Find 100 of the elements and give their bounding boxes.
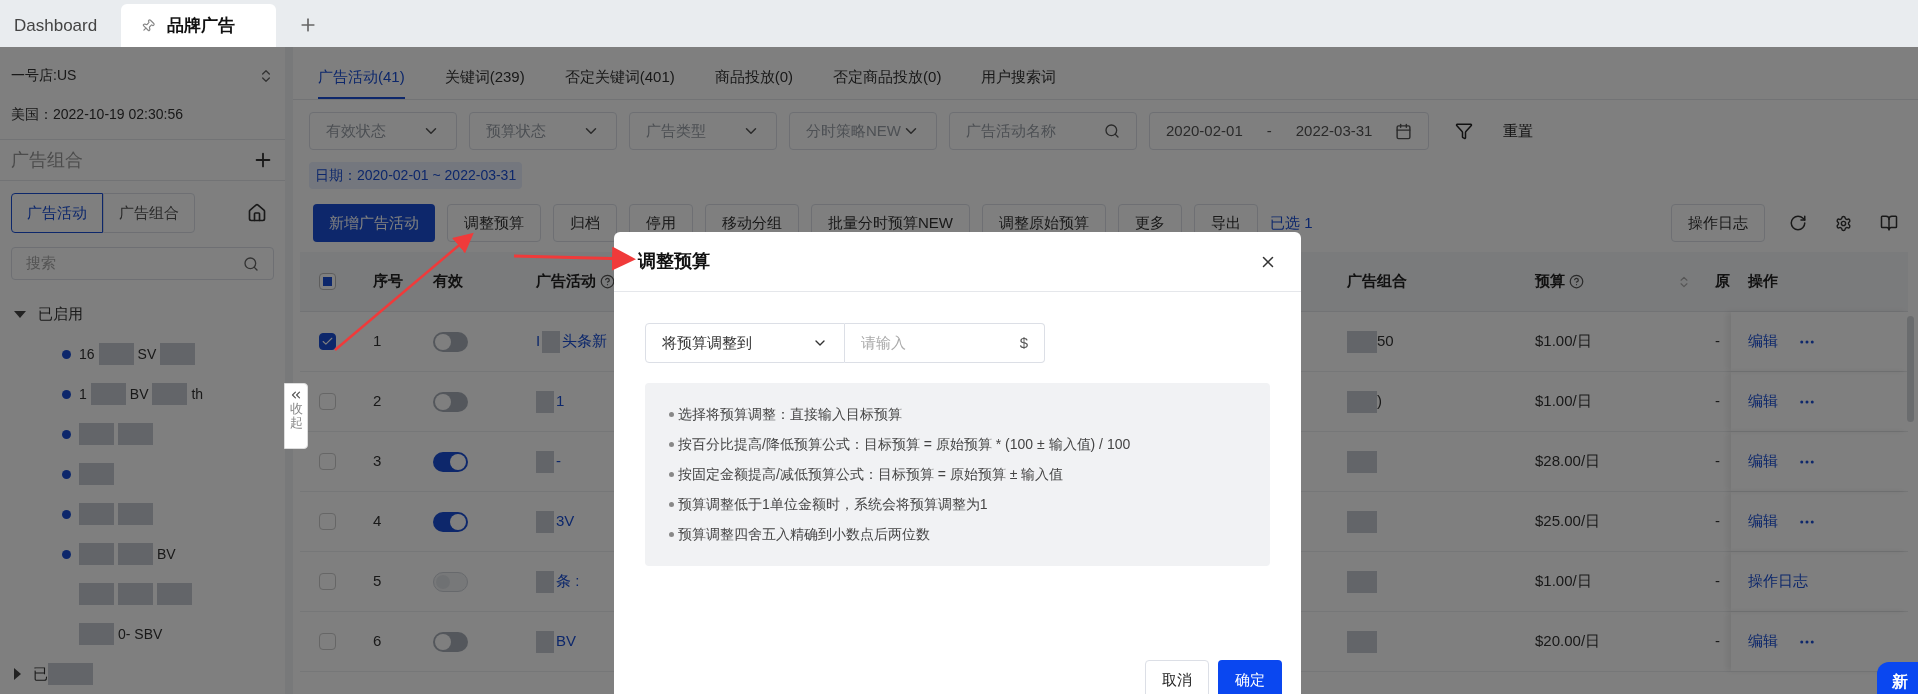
date-tag: 日期：2020-02-01 ~ 2022-03-31	[309, 162, 523, 189]
redaction-block	[1347, 570, 1377, 593]
item-text: 3V	[556, 511, 575, 532]
redaction-block	[118, 543, 153, 565]
dialog-title: 调整预算	[638, 250, 710, 273]
page-tab[interactable]: Dashboard	[2, 4, 110, 47]
redaction-block	[79, 543, 114, 565]
item-text: 1	[79, 384, 87, 404]
redaction-block	[536, 630, 554, 653]
redaction-block	[536, 390, 554, 413]
redaction-block	[79, 423, 114, 445]
book-icon[interactable]	[1880, 214, 1898, 232]
item-text: 头条新	[562, 331, 608, 352]
table-cell: -	[1715, 392, 1720, 410]
refresh-icon[interactable]	[1789, 214, 1807, 232]
note-text: 预算调整低于1单位金额时，系统会将预算调整为1	[678, 495, 988, 514]
toolbar-button[interactable]: 调整预算	[447, 204, 541, 242]
store-time: 美国：2022-10-19 02:30:56	[10, 105, 184, 124]
row-index: 6	[373, 632, 382, 650]
content-tab[interactable]: 关键词(239)	[444, 57, 525, 99]
home-icon[interactable]	[247, 203, 267, 224]
item-text: 已	[33, 663, 48, 684]
item-text: 已启用	[38, 303, 83, 324]
end-date: 2022-03-31	[1295, 120, 1373, 141]
selected-count: 已选 1	[1270, 212, 1313, 233]
search-icon	[243, 255, 259, 272]
collapse-handle[interactable]: 收起	[284, 383, 308, 449]
filter-icon[interactable]	[1455, 122, 1473, 140]
search-icon	[1104, 123, 1120, 139]
bullet-icon	[669, 472, 674, 477]
budget-cell: $1.00/日	[1535, 332, 1592, 350]
row-link[interactable]: 编辑	[1748, 450, 1778, 473]
item-text: BV	[129, 384, 149, 404]
mode-select[interactable]: 将预算调整到	[645, 323, 845, 363]
redaction-block	[79, 583, 114, 605]
caret-down-icon[interactable]	[14, 310, 26, 318]
table-cell: -	[1715, 512, 1720, 530]
content-tab[interactable]: 商品投放(0)	[714, 57, 794, 99]
amount-input[interactable]: 请输入 $	[845, 323, 1045, 363]
toggle-switch[interactable]	[433, 451, 468, 472]
redaction-block	[1347, 510, 1377, 533]
redaction-block	[90, 383, 126, 405]
toggle-switch[interactable]	[433, 331, 468, 352]
toggle-switch[interactable]	[433, 511, 468, 532]
item-text: SV	[137, 344, 157, 364]
row-index: 5	[373, 572, 382, 590]
check-icon	[321, 335, 334, 348]
column-header: 原	[1715, 271, 1730, 292]
toggle-switch[interactable]	[433, 391, 468, 412]
item-text: )	[1377, 391, 1382, 412]
row-link[interactable]: 编辑	[1748, 390, 1778, 413]
toggle-switch[interactable]	[433, 631, 468, 652]
budget-cell: $25.00/日	[1535, 512, 1601, 530]
item-text: BV	[157, 544, 176, 564]
view-tab[interactable]: 广告活动	[11, 193, 103, 234]
table-cell: -	[1715, 572, 1720, 590]
budget-cell: $20.00/日	[1535, 632, 1601, 650]
content-tab[interactable]: 用户搜索词	[981, 57, 1057, 99]
item-text: 50	[1377, 331, 1394, 352]
new-badge[interactable]: 新	[1877, 662, 1918, 694]
redaction-block	[98, 343, 134, 365]
row-link[interactable]: 编辑	[1748, 510, 1778, 533]
add-campaign-button[interactable]: 新增广告活动	[313, 204, 435, 242]
row-index: 3	[373, 452, 382, 470]
row-index: 2	[373, 392, 382, 410]
redaction-block	[79, 503, 114, 525]
toolbar-button[interactable]: 归档	[553, 204, 617, 242]
redaction-block	[118, 503, 153, 525]
column-header: 有效	[433, 271, 463, 292]
content-tab[interactable]: 广告活动(41)	[318, 57, 405, 99]
content-tab[interactable]: 否定商品投放(0)	[833, 57, 942, 99]
item-text: 16	[79, 344, 95, 364]
operation-log-button[interactable]: 操作日志	[1671, 204, 1765, 242]
row-index: 1	[373, 332, 382, 350]
date-separator: -	[1265, 120, 1273, 141]
date-range-field[interactable]: 2020-02-01 - 2022-03-31	[1149, 112, 1429, 150]
confirm-button[interactable]: 确定	[1218, 660, 1282, 694]
item-text: 1	[556, 391, 565, 412]
redaction-block	[79, 463, 114, 485]
note-text: 按固定金额提高/减低预算公式：目标预算 = 原始预算 ± 输入值	[678, 465, 1064, 484]
row-checkbox[interactable]	[319, 333, 336, 350]
row-link[interactable]: 编辑	[1748, 630, 1778, 653]
view-tab[interactable]: 广告组合	[103, 193, 195, 234]
table-cell: -	[1715, 632, 1720, 650]
settings-icon[interactable]	[1835, 214, 1852, 232]
content-tab[interactable]: 否定关键词(401)	[564, 57, 675, 99]
select-all-checkbox[interactable]	[319, 273, 336, 290]
cancel-button[interactable]: 取消	[1145, 660, 1209, 694]
page-tab[interactable]: 品牌广告	[121, 4, 277, 47]
store-name: 一号店:US	[11, 66, 77, 85]
caret-right-icon[interactable]	[14, 668, 21, 680]
redaction-block	[118, 423, 153, 445]
row-link[interactable]: 编辑	[1748, 330, 1778, 353]
calendar-icon	[1395, 122, 1412, 140]
column-header: 预算	[1535, 271, 1565, 292]
reset-button[interactable]: 重置	[1503, 119, 1533, 143]
bullet-icon	[669, 532, 674, 537]
item-text: th	[191, 384, 204, 404]
table-cell: -	[1715, 452, 1720, 470]
note-text: 选择将预算调整：直接输入目标预算	[678, 405, 902, 424]
